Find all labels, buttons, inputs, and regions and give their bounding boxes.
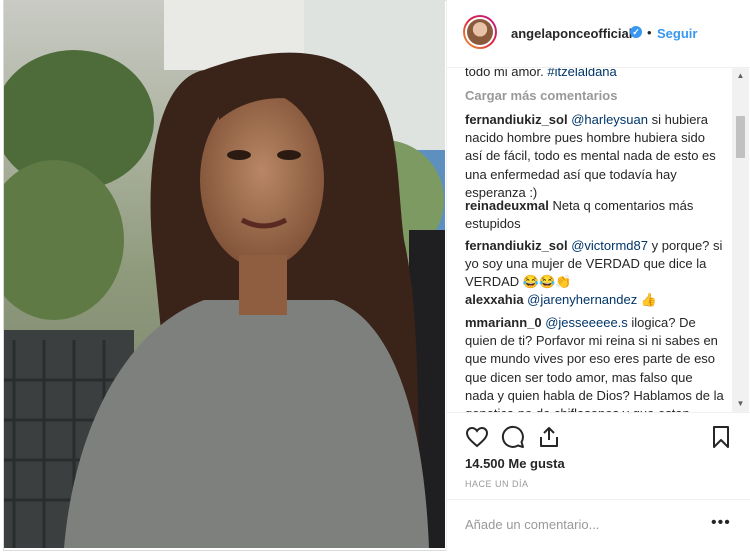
username-link[interactable]: angelaponceofficial bbox=[511, 26, 632, 41]
bookmark-icon[interactable] bbox=[709, 425, 733, 449]
post-photo[interactable] bbox=[4, 0, 445, 548]
hashtag-link[interactable]: #itzelaldana bbox=[547, 68, 616, 79]
list-item: fernandiukiz_sol @victormd87 y porque? s… bbox=[465, 237, 725, 292]
post-timestamp[interactable]: HACE UN DÍA bbox=[465, 479, 529, 489]
caption-cut-text: todo mi amor. #itzelaldana bbox=[465, 68, 617, 79]
follow-button[interactable]: Seguir bbox=[657, 26, 697, 41]
comment-mention[interactable]: @victormd87 bbox=[571, 238, 648, 253]
list-item: reinadeuxmal Neta q comentarios más estu… bbox=[465, 197, 725, 233]
caption-text: todo mi amor. bbox=[465, 68, 548, 79]
separator-dot: • bbox=[647, 25, 652, 40]
comment-username[interactable]: mmariann_0 bbox=[465, 315, 542, 330]
list-item: mmariann_0 @jesseeeee.s ilogica? De quie… bbox=[465, 314, 725, 412]
likes-count[interactable]: 14.500 Me gusta bbox=[465, 456, 565, 471]
avatar[interactable] bbox=[463, 15, 497, 49]
scroll-thumb[interactable] bbox=[736, 116, 745, 158]
post-photo-image bbox=[4, 0, 445, 548]
add-comment-bar: ••• bbox=[447, 499, 750, 553]
comment-username[interactable]: fernandiukiz_sol bbox=[465, 112, 568, 127]
list-item: fernandiukiz_sol @harleysuan si hubiera … bbox=[465, 111, 725, 202]
comment-icon[interactable] bbox=[501, 425, 525, 449]
scroll-up-arrow-icon[interactable]: ▲ bbox=[732, 70, 749, 82]
heart-icon[interactable] bbox=[465, 425, 489, 449]
post-header: angelaponceofficial ✓ • Seguir bbox=[447, 0, 750, 68]
list-item: alexxahia @jarenyhernandez 👍 bbox=[465, 291, 725, 309]
verified-badge-icon: ✓ bbox=[630, 26, 642, 38]
comment-username[interactable]: reinadeuxmal bbox=[465, 198, 549, 213]
comment-text: 👍 bbox=[637, 292, 658, 307]
share-icon[interactable] bbox=[537, 425, 561, 449]
comment-input[interactable] bbox=[465, 514, 695, 534]
comment-mention[interactable]: @jesseeeee.s bbox=[545, 315, 628, 330]
post-side-panel: angelaponceofficial ✓ • Seguir todo mi a… bbox=[446, 0, 750, 551]
scroll-down-arrow-icon[interactable]: ▼ bbox=[732, 398, 749, 410]
comment-username[interactable]: fernandiukiz_sol bbox=[465, 238, 568, 253]
comments-list[interactable]: todo mi amor. #itzelaldana Cargar más co… bbox=[447, 68, 750, 412]
comment-mention[interactable]: @harleysuan bbox=[571, 112, 648, 127]
comments-scrollbar[interactable]: ▲ ▼ bbox=[732, 68, 749, 412]
more-options-icon[interactable]: ••• bbox=[711, 514, 731, 532]
load-more-comments-button[interactable]: Cargar más comentarios bbox=[465, 88, 617, 103]
post-actions: 14.500 Me gusta HACE UN DÍA ••• bbox=[447, 412, 750, 552]
comment-username[interactable]: alexxahia bbox=[465, 292, 524, 307]
comment-mention[interactable]: @jarenyhernandez bbox=[527, 292, 637, 307]
